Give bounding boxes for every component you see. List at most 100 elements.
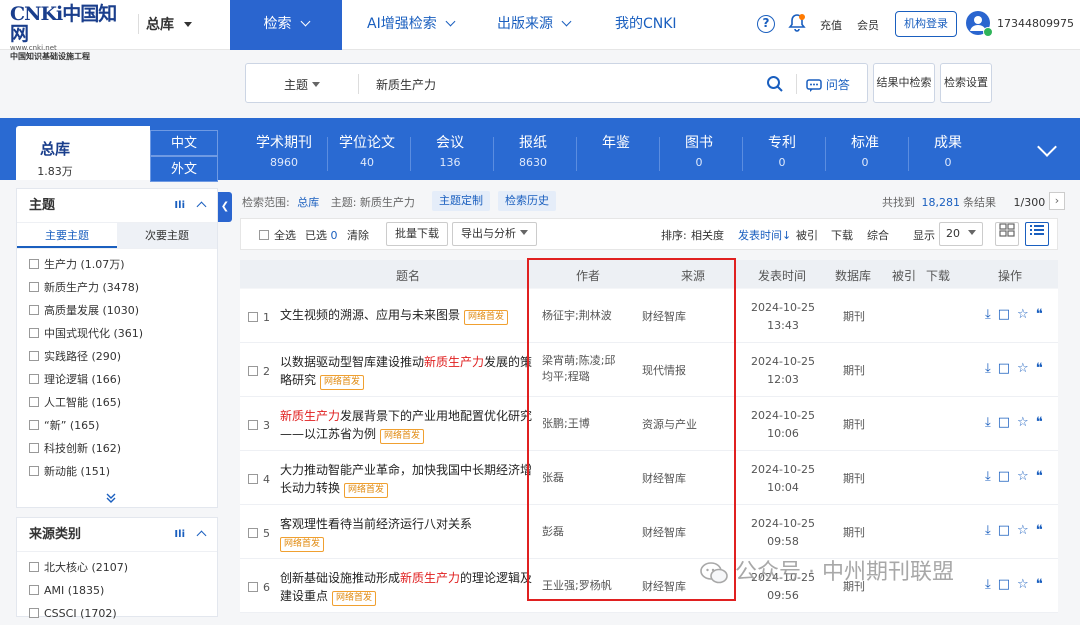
db-tab-achievements[interactable]: 成果 0 (908, 132, 988, 169)
row-checkbox[interactable]: 4 (248, 473, 270, 486)
cite-icon[interactable]: ❝ (1036, 415, 1050, 430)
db-tab-newspaper[interactable]: 报纸 8630 (493, 132, 573, 169)
checkbox[interactable] (29, 259, 39, 269)
db-tab-yearbook[interactable]: 年鉴 (576, 132, 656, 156)
result-title[interactable]: 文生视频的溯源、应用与未来图景 网络首发 (280, 306, 538, 325)
search-input[interactable]: 新质生产力 (376, 76, 436, 93)
db-tab-all[interactable]: 总库 1.83万 (16, 126, 94, 180)
checkbox[interactable] (29, 420, 39, 430)
col-download[interactable]: 下载 (926, 267, 950, 284)
checkbox[interactable] (29, 397, 39, 407)
download-icon[interactable]: ⤓ (985, 307, 998, 322)
cite-icon[interactable]: ❝ (1036, 523, 1050, 538)
cite-icon[interactable]: ❝ (1036, 469, 1050, 484)
source-item[interactable]: 北大核心 (2107) (17, 556, 217, 579)
result-title[interactable]: 大力推动智能产业革命，加快我国中长期经济增长动力转换 网络首发 (280, 461, 538, 498)
cite-icon[interactable]: ❝ (1036, 361, 1050, 376)
batch-download-button[interactable]: 批量下载 (386, 222, 448, 246)
user-avatar[interactable] (966, 11, 993, 37)
topic-item[interactable]: “新” (165) (17, 414, 217, 437)
checkbox[interactable] (248, 528, 258, 538)
topic-item[interactable]: 生产力 (1.07万) (17, 253, 217, 276)
topic-custom-button[interactable]: 主题定制 (432, 191, 490, 211)
topic-item[interactable]: 人工智能 (165) (17, 391, 217, 414)
topic-item[interactable]: 理论逻辑 (166) (17, 368, 217, 391)
chart-icon[interactable]: Ili (174, 518, 185, 552)
cnki-logo[interactable]: CNKi中国知网 www.cnki.net 中国知识基础设施工程 (10, 4, 130, 61)
sort-date[interactable]: 发表时间↓ (738, 227, 791, 243)
chart-icon[interactable]: Ili (174, 189, 185, 223)
user-account[interactable]: 17344809975 (997, 17, 1074, 30)
chevron-up-icon[interactable] (196, 530, 207, 541)
expand-more-icon[interactable] (105, 492, 117, 504)
db-tab-thesis[interactable]: 学位论文 40 (327, 132, 407, 169)
clear-link[interactable]: 清除 (347, 227, 369, 243)
read-icon[interactable]: □ (998, 577, 1017, 592)
cite-icon[interactable]: ❝ (1036, 577, 1050, 592)
read-icon[interactable]: □ (998, 523, 1017, 538)
row-checkbox[interactable]: 2 (248, 365, 270, 378)
row-checkbox[interactable]: 6 (248, 581, 270, 594)
checkbox[interactable] (29, 608, 39, 618)
read-icon[interactable]: □ (998, 415, 1017, 430)
row-checkbox[interactable]: 5 (248, 527, 270, 540)
read-icon[interactable]: □ (998, 469, 1017, 484)
favorite-star-icon[interactable]: ☆ (1017, 577, 1036, 592)
db-tab-standard[interactable]: 标准 0 (825, 132, 905, 169)
source-item[interactable]: CSSCI (1702) (17, 602, 217, 625)
search-icon[interactable] (766, 75, 784, 93)
col-title[interactable]: 题名 (396, 267, 420, 284)
topic-filter-header[interactable]: 主题 Ili (17, 189, 217, 223)
topic-item[interactable]: 高质量发展 (1030) (17, 299, 217, 322)
db-tab-books[interactable]: 图书 0 (659, 132, 739, 169)
qa-button[interactable]: 问答 (806, 76, 850, 93)
result-title[interactable]: 创新基础设施推动形成新质生产力的理论逻辑及建设重点 网络首发 (280, 569, 538, 606)
search-settings-button[interactable]: 检索设置 (940, 63, 992, 103)
collapse-sidebar-icon[interactable]: ❮ (218, 192, 232, 222)
search-history-button[interactable]: 检索历史 (498, 191, 556, 211)
page-size-select[interactable]: 20 (939, 222, 983, 246)
checkbox[interactable] (29, 282, 39, 292)
download-icon[interactable]: ⤓ (985, 577, 998, 592)
chevron-up-icon[interactable] (196, 201, 207, 212)
download-icon[interactable]: ⤓ (985, 469, 998, 484)
result-title[interactable]: 以数据驱动型智库建设推动新质生产力发展的策略研究 网络首发 (280, 353, 538, 390)
org-login-button[interactable]: 机构登录 (895, 11, 957, 37)
lang-foreign-tab[interactable]: 外文 (150, 156, 218, 182)
topic-item[interactable]: 新动能 (151) (17, 460, 217, 483)
checkbox[interactable] (29, 351, 39, 361)
source-item[interactable]: AMI (1835) (17, 579, 217, 602)
checkbox[interactable] (248, 474, 258, 484)
favorite-star-icon[interactable]: ☆ (1017, 415, 1036, 430)
grid-view-icon[interactable] (995, 222, 1019, 246)
col-database[interactable]: 数据库 (835, 267, 871, 284)
download-icon[interactable]: ⤓ (985, 523, 998, 538)
checkbox[interactable] (29, 305, 39, 315)
help-icon[interactable]: ? (757, 15, 775, 33)
sort-download[interactable]: 下载 (831, 227, 853, 243)
favorite-star-icon[interactable]: ☆ (1017, 307, 1036, 322)
nav-tab-sources[interactable]: 出版来源 (497, 0, 572, 50)
scope-value[interactable]: 总库 (297, 196, 319, 209)
row-checkbox[interactable]: 3 (248, 419, 270, 432)
lang-chinese-tab[interactable]: 中文 (150, 130, 218, 156)
db-tab-journal[interactable]: 学术期刊 8960 (244, 132, 324, 169)
recharge-link[interactable]: 充值 (820, 17, 842, 33)
checkbox[interactable] (248, 312, 258, 322)
checkbox[interactable] (248, 366, 258, 376)
checkbox[interactable] (248, 582, 258, 592)
favorite-star-icon[interactable]: ☆ (1017, 361, 1036, 376)
checkbox[interactable] (29, 328, 39, 338)
col-date[interactable]: 发表时间 (758, 267, 806, 284)
read-icon[interactable]: □ (998, 307, 1017, 322)
topic-item[interactable]: 新质生产力 (3478) (17, 276, 217, 299)
db-tab-patent[interactable]: 专利 0 (742, 132, 822, 169)
checkbox[interactable] (29, 585, 39, 595)
result-title[interactable]: 新质生产力发展背景下的产业用地配置优化研究——以江苏省为例 网络首发 (280, 407, 538, 444)
list-view-icon[interactable] (1025, 222, 1049, 246)
download-icon[interactable]: ⤓ (985, 361, 998, 376)
select-all-checkbox[interactable]: 全选 (259, 227, 296, 243)
topic-item[interactable]: 科技创新 (162) (17, 437, 217, 460)
library-select[interactable]: 总库 (146, 14, 192, 34)
sort-overall[interactable]: 综合 (867, 227, 889, 243)
